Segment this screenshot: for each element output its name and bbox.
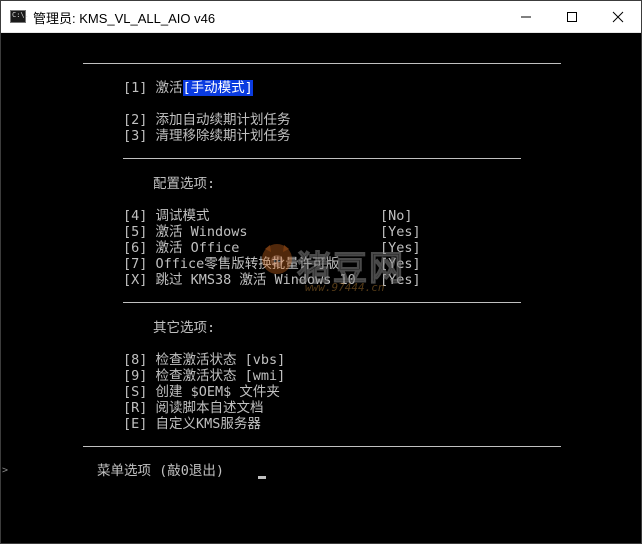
window-title: 管理员: KMS_VL_ALL_AIO v46 <box>33 11 216 26</box>
menu-item-1-key: [1] <box>123 80 148 96</box>
watermark: 猪豆网 www.97444.cn <box>259 241 404 294</box>
minimize-button[interactable] <box>503 1 549 32</box>
divider-2 <box>123 302 521 303</box>
menu-item-2: [2] 添加自动续期计划任务 <box>123 112 291 128</box>
other-item-8: [8] 检查激活状态 [vbs] <box>123 352 286 368</box>
maximize-button[interactable] <box>549 1 595 32</box>
console-app-icon[interactable]: C:\. <box>10 10 29 23</box>
other-item-e: [E] 自定义KMS服务器 <box>123 416 261 432</box>
menu-item-3: [3] 清理移除续期计划任务 <box>123 128 291 144</box>
chevron-right-icon: > <box>2 465 9 476</box>
close-button[interactable] <box>595 1 641 32</box>
minimize-icon <box>521 16 531 18</box>
config-header: 配置选项: <box>153 176 216 192</box>
menu-item-1-prefix: 激活 <box>155 80 183 96</box>
maximize-icon <box>567 12 577 22</box>
console-icon-text: C:\. <box>12 11 29 19</box>
config-item-4-value: [No] <box>380 208 413 224</box>
divider-1 <box>123 158 521 159</box>
other-item-s: [S] 创建 $OEM$ 文件夹 <box>123 384 280 400</box>
divider-bottom <box>83 446 561 447</box>
pig-logo-icon <box>262 244 292 274</box>
config-item-6: [6] 激活 Office <box>123 240 240 256</box>
console-window: C:\. 管理员: KMS_VL_ALL_AIO v46 [1] 激活[手动模式… <box>0 0 642 544</box>
divider-top <box>83 63 561 64</box>
config-item-5-value: [Yes] <box>380 224 421 240</box>
menu-item-1-highlight: [手动模式] <box>182 80 253 96</box>
menu-prompt: 菜单选项 (敲0退出) <box>97 463 233 479</box>
title-bar[interactable]: C:\. 管理员: KMS_VL_ALL_AIO v46 <box>1 1 641 33</box>
console-area[interactable]: [1] 激活[手动模式] [2] 添加自动续期计划任务 [3] 清理移除续期计划… <box>1 33 641 543</box>
config-item-4: [4] 调试模式 <box>123 208 210 224</box>
other-header: 其它选项: <box>153 320 216 336</box>
other-item-9: [9] 检查激活状态 [wmi] <box>123 368 286 384</box>
text-cursor <box>258 476 266 479</box>
watermark-url: www.97444.cn <box>305 281 385 294</box>
config-item-5: [5] 激活 Windows <box>123 224 248 240</box>
menu-item-1: [1] 激活[手动模式] <box>123 80 253 96</box>
other-item-r: [R] 阅读脚本自述文档 <box>123 400 264 416</box>
close-icon <box>612 11 624 23</box>
